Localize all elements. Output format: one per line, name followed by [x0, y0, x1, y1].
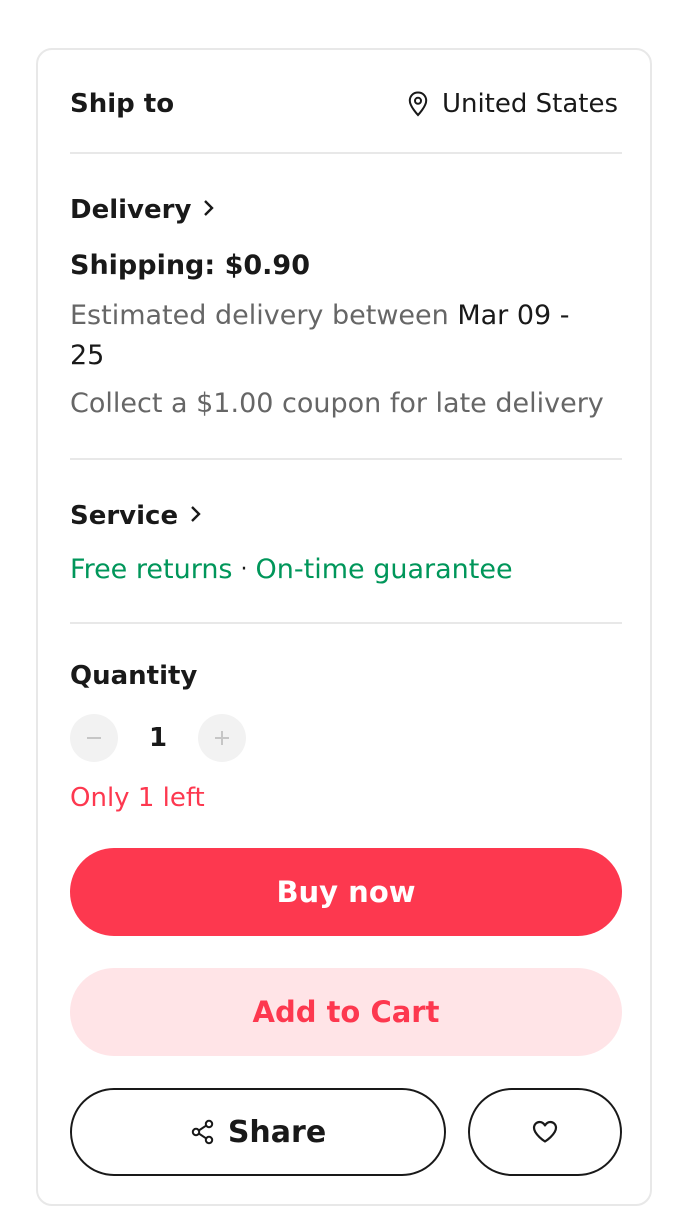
- quantity-title: Quantity: [70, 661, 198, 691]
- ship-to-country: United States: [441, 89, 618, 119]
- stock-warning: Only 1 left: [70, 783, 205, 813]
- late-delivery-coupon: Collect a $1.00 coupon for late delivery: [70, 388, 604, 419]
- shipping-cost: Shipping: $0.90: [70, 250, 310, 281]
- ship-to-location[interactable]: United States: [408, 86, 618, 122]
- minus-icon: [85, 729, 103, 747]
- purchase-panel: Ship to United States Delivery Shipping:…: [36, 48, 652, 1206]
- delivery-title: Delivery: [70, 195, 192, 225]
- location-pin-icon: [408, 91, 428, 117]
- service-title: Service: [70, 501, 179, 531]
- delivery-estimate: Estimated delivery between Mar 09 - 25: [70, 296, 600, 376]
- chevron-right-icon: [201, 192, 215, 228]
- estimate-prefix: Estimated delivery between: [70, 300, 449, 331]
- share-label: Share: [227, 1114, 327, 1150]
- divider: [70, 458, 622, 460]
- quantity-value[interactable]: 1: [134, 720, 182, 756]
- heart-icon: [531, 1119, 559, 1145]
- increase-quantity-button[interactable]: [198, 714, 246, 762]
- ship-to-label: Ship to: [70, 89, 175, 119]
- delivery-header[interactable]: Delivery: [70, 192, 215, 228]
- service-on-time-guarantee: On-time guarantee: [255, 554, 513, 585]
- service-free-returns: Free returns: [70, 554, 233, 585]
- decrease-quantity-button[interactable]: [70, 714, 118, 762]
- divider: [70, 622, 622, 624]
- estimate-date-end: 25: [70, 340, 105, 371]
- share-button[interactable]: Share: [70, 1088, 446, 1176]
- plus-icon: [213, 729, 231, 747]
- service-separator: ·: [240, 557, 248, 582]
- divider: [70, 152, 622, 154]
- add-to-cart-button[interactable]: Add to Cart: [70, 968, 622, 1056]
- service-header[interactable]: Service: [70, 498, 202, 534]
- estimate-date: Mar 09 -: [457, 300, 570, 331]
- service-list: Free returns · On-time guarantee: [70, 550, 513, 590]
- share-icon: [190, 1119, 216, 1145]
- buy-now-button[interactable]: Buy now: [70, 848, 622, 936]
- wishlist-button[interactable]: [468, 1088, 622, 1176]
- chevron-right-icon: [188, 498, 202, 534]
